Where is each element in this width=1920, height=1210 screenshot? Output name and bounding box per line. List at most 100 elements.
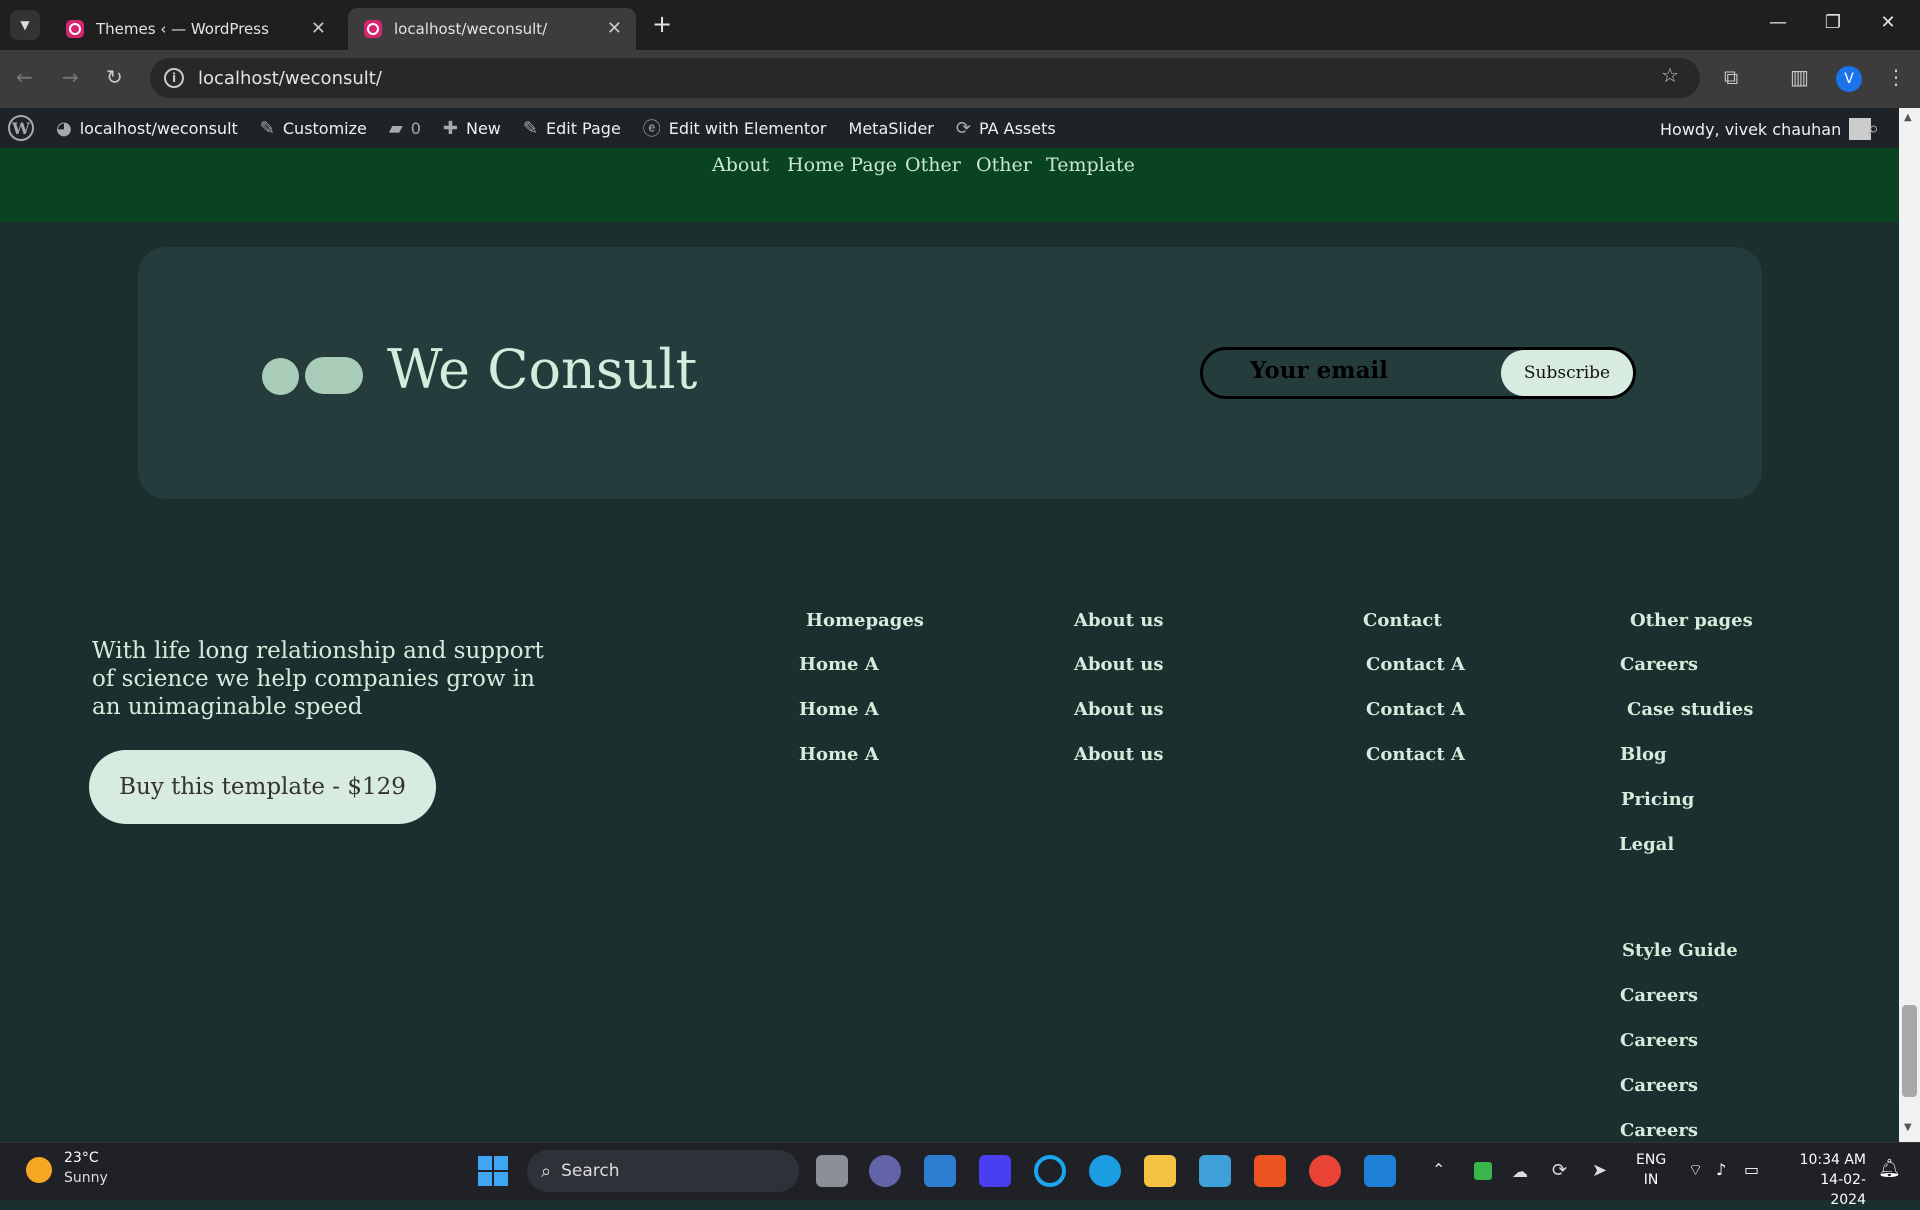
notification-bell-icon[interactable]: 🔔︎: [1878, 1158, 1901, 1179]
wifi-icon[interactable]: ⌔: [1688, 1160, 1703, 1180]
page-content: About Home Page Other Other Template We …: [0, 148, 1899, 1142]
dashboard-icon: ◕: [56, 117, 72, 139]
weather-condition[interactable]: Sunny: [64, 1170, 108, 1186]
site-favicon-icon: [364, 20, 382, 38]
footer-link[interactable]: Home A: [799, 654, 879, 675]
forward-icon[interactable]: →: [62, 65, 79, 89]
restore-icon[interactable]: ❐: [1813, 12, 1853, 33]
back-icon[interactable]: ←: [16, 65, 33, 89]
footer-link[interactable]: Case studies: [1627, 699, 1753, 720]
clock[interactable]: 10:34 AM 14-02-2024: [1786, 1150, 1866, 1210]
minimize-icon[interactable]: —: [1758, 12, 1798, 33]
tab-search-button[interactable]: ▼: [10, 10, 40, 40]
admin-metaslider-link[interactable]: MetaSlider: [849, 119, 934, 138]
language-indicator[interactable]: ENG IN: [1636, 1150, 1666, 1190]
nav-home-page[interactable]: Home Page: [787, 154, 897, 176]
task-view-icon[interactable]: [816, 1155, 848, 1187]
tray-app-icon[interactable]: [1474, 1162, 1492, 1180]
reload-icon[interactable]: ↻: [106, 65, 123, 89]
menu-icon[interactable]: ⋮: [1886, 65, 1906, 89]
cortana-icon[interactable]: [1034, 1155, 1066, 1187]
start-icon[interactable]: [478, 1156, 508, 1186]
nav-template[interactable]: Template: [1046, 154, 1135, 176]
admin-howdy-link[interactable]: Howdy, vivek chauhan: [1660, 118, 1872, 140]
admin-new-link[interactable]: ✚ New: [443, 118, 501, 139]
admin-edit-page-link[interactable]: ✎ Edit Page: [523, 118, 621, 139]
subscribe-button[interactable]: Subscribe: [1501, 350, 1633, 396]
wp-logo-icon[interactable]: W: [8, 115, 34, 141]
nav-other[interactable]: Other: [976, 154, 1032, 176]
footer-heading-other-pages: Other pages: [1630, 610, 1753, 631]
footer-link[interactable]: Careers: [1620, 985, 1698, 1006]
footer-link[interactable]: Legal: [1619, 834, 1674, 855]
close-tab-icon[interactable]: ✕: [607, 18, 622, 39]
footer-link[interactable]: Contact A: [1366, 744, 1465, 765]
footer-link[interactable]: Careers: [1620, 654, 1698, 675]
footer-link[interactable]: Home A: [799, 699, 879, 720]
extensions-icon[interactable]: ⧉: [1724, 65, 1738, 89]
onedrive-icon[interactable]: ☁: [1512, 1162, 1528, 1181]
footer-link[interactable]: Blog: [1620, 744, 1667, 765]
scrollbar-thumb[interactable]: [1902, 1005, 1917, 1097]
volume-icon[interactable]: ♪: [1716, 1160, 1726, 1179]
buy-template-button[interactable]: Buy this template - $129: [89, 750, 436, 824]
nav-about[interactable]: About: [712, 154, 769, 176]
site-info-icon[interactable]: i: [164, 68, 184, 88]
wordpress-favicon-icon: [66, 20, 84, 38]
profile-avatar[interactable]: V: [1836, 66, 1862, 92]
logo-circle: [262, 358, 299, 395]
pencil-icon: ✎: [522, 117, 538, 139]
address-bar[interactable]: i localhost/weconsult/: [150, 58, 1700, 98]
footer-link[interactable]: Contact A: [1366, 699, 1465, 720]
footer-link[interactable]: Careers: [1620, 1075, 1698, 1096]
tab-themes[interactable]: Themes ‹ — WordPress ✕: [50, 8, 340, 50]
tray-chevron-icon[interactable]: ⌃: [1432, 1160, 1445, 1179]
tab-weconsult[interactable]: localhost/weconsult/ ✕: [348, 8, 636, 50]
footer-link[interactable]: Careers: [1620, 1030, 1698, 1051]
footer-link[interactable]: Contact A: [1366, 654, 1465, 675]
scroll-down-arrow-icon[interactable]: ▼: [1904, 1122, 1912, 1133]
footer-link[interactable]: Pricing: [1621, 789, 1694, 810]
admin-search-icon[interactable]: ⌕: [1868, 116, 1879, 140]
footer-link[interactable]: Home A: [799, 744, 879, 765]
admin-comments-link[interactable]: ▰ 0: [389, 118, 421, 139]
bookmark-star-icon[interactable]: ☆: [1661, 63, 1679, 87]
taskbar-search-box[interactable]: ⌕ Search: [527, 1150, 799, 1192]
footer-link[interactable]: Careers: [1620, 1120, 1698, 1141]
nav-other[interactable]: Other: [905, 154, 961, 176]
brush-icon: ✎: [259, 117, 275, 139]
weather-sun-icon: [26, 1157, 52, 1183]
tab-title: Themes ‹ — WordPress: [96, 20, 269, 38]
page-scrollbar[interactable]: [1899, 108, 1920, 1142]
vscode-icon[interactable]: [1364, 1155, 1396, 1187]
admin-site-link[interactable]: ◕ localhost/weconsult: [56, 118, 238, 139]
notepad-icon[interactable]: [1199, 1155, 1231, 1187]
sync-icon[interactable]: ⟳: [1552, 1160, 1567, 1181]
new-tab-icon[interactable]: +: [652, 10, 672, 38]
footer-link[interactable]: About us: [1074, 699, 1163, 720]
store-icon[interactable]: [924, 1155, 956, 1187]
file-explorer-icon[interactable]: [1144, 1155, 1176, 1187]
weather-temp[interactable]: 23°C: [64, 1150, 99, 1166]
battery-icon[interactable]: ▭: [1744, 1160, 1759, 1179]
admin-customize-link[interactable]: ✎ Customize: [260, 118, 367, 139]
send-icon[interactable]: ➤: [1592, 1160, 1607, 1181]
teams-icon[interactable]: [869, 1155, 901, 1187]
edge-icon[interactable]: [1089, 1155, 1121, 1187]
tab-title: localhost/weconsult/: [394, 20, 548, 38]
address-text[interactable]: localhost/weconsult/: [198, 68, 382, 89]
footer-heading-contact: Contact: [1363, 610, 1442, 631]
footer-link[interactable]: About us: [1074, 654, 1163, 675]
admin-elementor-link[interactable]: ⓔ Edit with Elementor: [643, 115, 827, 141]
email-placeholder: Your email: [1250, 357, 1388, 384]
side-panel-icon[interactable]: ▥: [1790, 65, 1809, 89]
close-window-icon[interactable]: ✕: [1868, 12, 1908, 33]
app-icon[interactable]: [979, 1155, 1011, 1187]
scroll-up-arrow-icon[interactable]: ▲: [1904, 112, 1912, 123]
close-tab-icon[interactable]: ✕: [311, 18, 326, 39]
chrome-icon[interactable]: [1309, 1155, 1341, 1187]
admin-pa-assets-link[interactable]: ⟳ PA Assets: [956, 118, 1056, 139]
wp-admin-bar: W ◕ localhost/weconsult ✎ Customize ▰ 0 ✚ Ne…: [0, 108, 1920, 148]
ubuntu-icon[interactable]: [1254, 1155, 1286, 1187]
footer-link[interactable]: About us: [1074, 744, 1163, 765]
